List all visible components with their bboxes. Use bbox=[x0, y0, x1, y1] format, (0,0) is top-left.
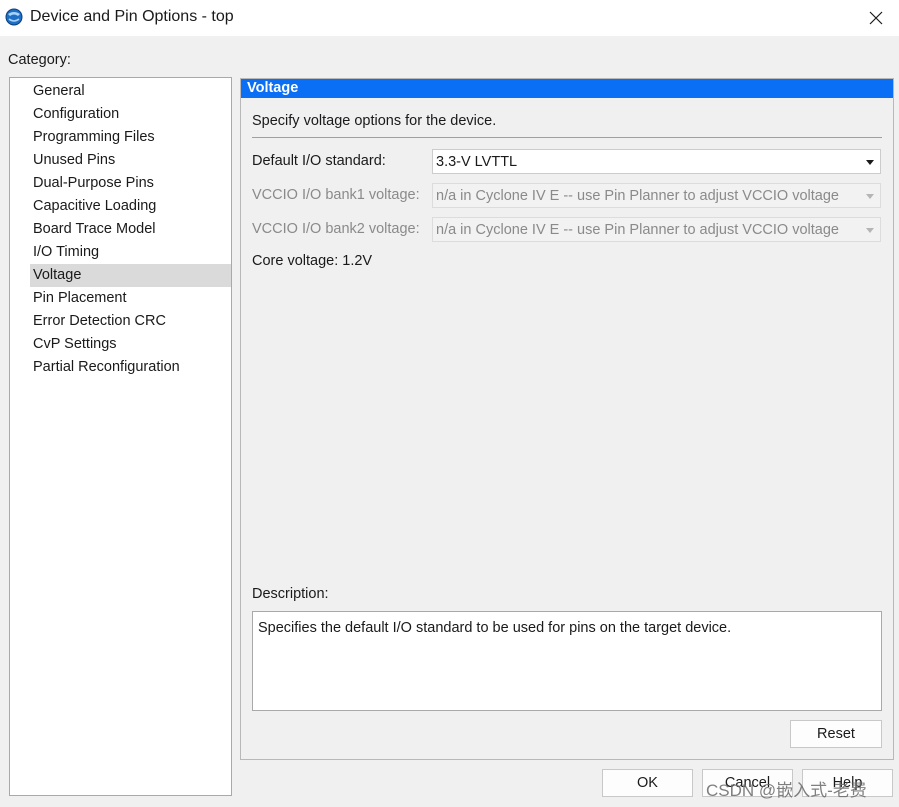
reset-button[interactable]: Reset bbox=[790, 720, 882, 748]
category-item-label: General bbox=[33, 83, 85, 99]
default-io-select[interactable]: 3.3-V LVTTL bbox=[432, 149, 881, 174]
panel-header-title: Voltage bbox=[247, 80, 299, 96]
category-item-cvp-settings[interactable]: CvP Settings bbox=[10, 333, 231, 356]
category-item-partial-reconfiguration[interactable]: Partial Reconfiguration bbox=[10, 356, 231, 379]
category-item-programming-files[interactable]: Programming Files bbox=[10, 126, 231, 149]
category-list[interactable]: General Configuration Programming Files … bbox=[9, 77, 232, 796]
category-item-general[interactable]: General bbox=[10, 80, 231, 103]
bank2-voltage-select: n/a in Cyclone IV E -- use Pin Planner t… bbox=[432, 217, 881, 242]
dropdown-arrow-icon bbox=[866, 160, 874, 165]
description-text: Specifies the default I/O standard to be… bbox=[258, 620, 732, 636]
close-button[interactable] bbox=[853, 0, 899, 36]
category-item-label: CvP Settings bbox=[33, 336, 117, 352]
category-item-label: Pin Placement bbox=[33, 290, 127, 306]
bank2-voltage-value: n/a in Cyclone IV E -- use Pin Planner t… bbox=[436, 222, 839, 238]
bank1-voltage-select: n/a in Cyclone IV E -- use Pin Planner t… bbox=[432, 183, 881, 208]
panel-intro: Specify voltage options for the device. bbox=[252, 113, 497, 129]
voltage-panel: Voltage Specify voltage options for the … bbox=[240, 78, 894, 760]
category-label: Category: bbox=[8, 52, 71, 68]
category-item-label: Board Trace Model bbox=[33, 221, 156, 237]
category-item-unused-pins[interactable]: Unused Pins bbox=[10, 149, 231, 172]
bank2-voltage-label: VCCIO I/O bank2 voltage: bbox=[252, 221, 420, 237]
category-item-error-detection-crc[interactable]: Error Detection CRC bbox=[10, 310, 231, 333]
category-item-pin-placement[interactable]: Pin Placement bbox=[10, 287, 231, 310]
default-io-label: Default I/O standard: bbox=[252, 153, 386, 169]
bank1-voltage-value: n/a in Cyclone IV E -- use Pin Planner t… bbox=[436, 188, 839, 204]
window-title: Device and Pin Options - top bbox=[30, 8, 234, 25]
category-item-label: Programming Files bbox=[33, 129, 155, 145]
dropdown-arrow-icon bbox=[866, 194, 874, 199]
category-item-board-trace-model[interactable]: Board Trace Model bbox=[10, 218, 231, 241]
category-item-label: Configuration bbox=[33, 106, 120, 122]
bank1-voltage-label: VCCIO I/O bank1 voltage: bbox=[252, 187, 420, 203]
category-item-label: Error Detection CRC bbox=[33, 313, 166, 329]
category-item-voltage[interactable]: Voltage bbox=[30, 264, 231, 287]
core-voltage-text: Core voltage: 1.2V bbox=[252, 253, 373, 269]
category-item-label: Dual-Purpose Pins bbox=[33, 175, 154, 191]
panel-header: Voltage bbox=[241, 79, 893, 98]
category-item-configuration[interactable]: Configuration bbox=[10, 103, 231, 126]
category-item-label: I/O Timing bbox=[33, 244, 100, 260]
default-io-value: 3.3-V LVTTL bbox=[436, 154, 518, 170]
category-item-label: Partial Reconfiguration bbox=[33, 359, 180, 375]
title-bar: Device and Pin Options - top bbox=[0, 0, 899, 36]
ok-button[interactable]: OK bbox=[602, 769, 693, 797]
category-item-label: Voltage bbox=[33, 267, 82, 283]
description-label: Description: bbox=[252, 586, 329, 602]
category-item-io-timing[interactable]: I/O Timing bbox=[10, 241, 231, 264]
dropdown-arrow-icon bbox=[866, 228, 874, 233]
category-item-label: Capacitive Loading bbox=[33, 198, 157, 214]
app-logo-icon bbox=[5, 8, 23, 26]
close-icon bbox=[869, 11, 883, 25]
description-box: Specifies the default I/O standard to be… bbox=[252, 611, 882, 711]
watermark: CSDN @嵌入式-老费 bbox=[706, 781, 867, 800]
divider bbox=[252, 137, 882, 138]
category-item-dual-purpose-pins[interactable]: Dual-Purpose Pins bbox=[10, 172, 231, 195]
category-item-label: Unused Pins bbox=[33, 152, 116, 168]
category-item-capacitive-loading[interactable]: Capacitive Loading bbox=[10, 195, 231, 218]
